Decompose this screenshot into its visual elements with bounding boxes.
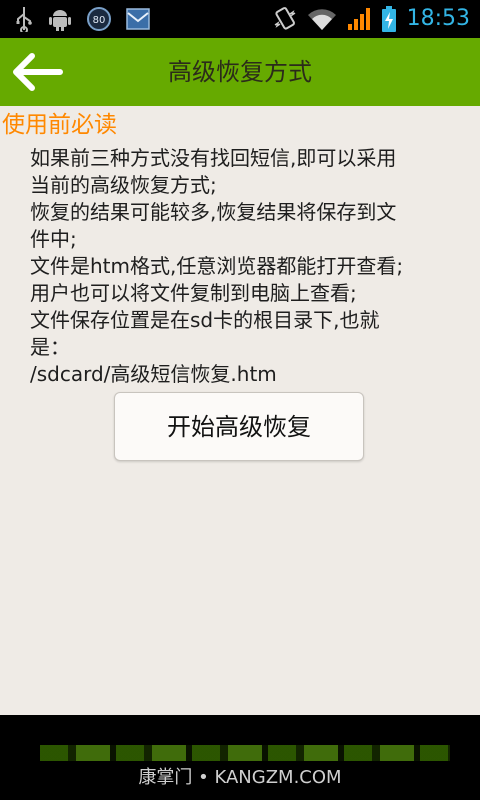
instruction-line: 件中;: [30, 227, 77, 251]
usb-icon: [16, 7, 32, 32]
badge-value: 80: [93, 15, 106, 26]
vibrate-icon: [274, 7, 296, 30]
arrow-left-icon: [13, 53, 63, 91]
instruction-line: 文件保存位置是在sd卡的根目录下,也就: [30, 308, 380, 332]
signal-icon: [347, 8, 370, 30]
file-path: /sdcard/高级短信恢复.htm: [30, 362, 277, 386]
instruction-line: 恢复的结果可能较多,恢复结果将保存到文: [30, 200, 397, 224]
section-title: 使用前必读: [2, 112, 117, 138]
start-advanced-restore-button[interactable]: 开始高级恢复: [114, 392, 364, 461]
mail-icon: [126, 8, 150, 30]
back-button[interactable]: [8, 50, 66, 94]
watermark-text: 康掌门 • KANGZM.COM: [138, 767, 342, 788]
android-debug-icon: [49, 10, 71, 31]
watermark-band: 康掌门 • KANGZM.COM: [0, 715, 480, 800]
instruction-line: 当前的高级恢复方式;: [30, 173, 217, 197]
wifi-icon: [307, 9, 336, 31]
app-bar: 高级恢复方式: [0, 38, 480, 106]
instruction-line: 如果前三种方式没有找回短信,即可以采用: [30, 146, 397, 170]
instruction-line: 文件是htm格式,任意浏览器都能打开查看;: [30, 254, 404, 278]
battery-charging-icon: [381, 6, 396, 32]
instruction-line: 用户也可以将文件复制到电脑上查看;: [30, 281, 357, 305]
page-title: 高级恢复方式: [168, 58, 312, 86]
battery-80-badge-icon: 80: [87, 7, 111, 31]
clock: 18:53: [406, 6, 470, 31]
instruction-line: 是：: [30, 335, 70, 359]
instructions-text: 如果前三种方式没有找回短信,即可以采用 当前的高级恢复方式; 恢复的结果可能较多…: [30, 145, 460, 388]
watermark-stripe: [40, 745, 450, 761]
status-system: 18:53: [273, 4, 470, 34]
status-notifications: 80: [14, 6, 150, 32]
status-bar: 80 18:53: [0, 0, 480, 38]
